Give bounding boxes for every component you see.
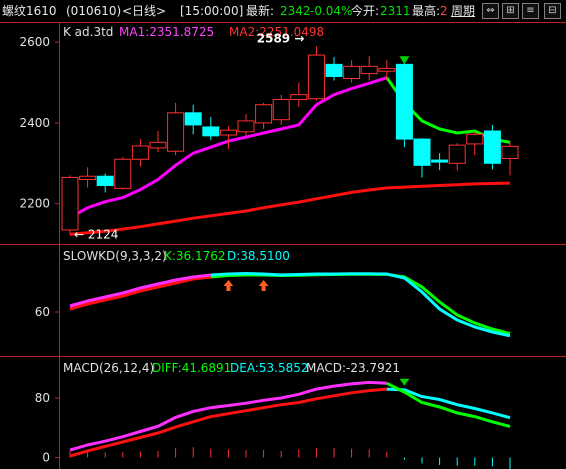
candle-body [96,175,114,187]
macd-y-ticks: 0 80 [35,391,60,465]
stock-chart[interactable]: K ad.3td MA1:2351.8725 MA2:2251.0498 220… [0,0,566,469]
high-annotation: 2589 → [257,32,305,46]
candle-body [114,158,132,189]
slowkd-series [69,271,511,338]
candle-body [184,112,202,126]
candles [61,46,519,235]
k-line-down [210,271,511,338]
kline-y-tick-label: 2400 [19,116,50,130]
candle-body [413,138,431,166]
candle-body [360,65,378,75]
low-annotation: ← 2124 [74,227,118,241]
slowkd-arrows [223,280,269,291]
candle-body [272,99,290,121]
d-legend: D:38.5100 [227,249,290,263]
macd-signal-icon [399,378,410,386]
candle-body [448,144,466,164]
diff-legend: DIFF:41.6891 [152,361,231,375]
candle-body [501,145,519,159]
candle-body [290,94,308,101]
candle-body [255,104,273,124]
slowkd-y-ticks: 60 [35,305,60,319]
k-legend: K:36.1762 [164,249,226,263]
kline-y-tick-label: 2200 [19,197,50,211]
candle-body [307,54,325,100]
candle-body [395,63,413,140]
candle-body [378,67,396,72]
candle-body [131,145,149,160]
diff-line-up [69,380,387,452]
kline-title: K ad.3td [63,25,113,39]
candle-body [167,112,185,152]
candle-body [237,120,255,133]
slowkd-title: SLOWKD(9,3,3,2) [63,249,167,263]
candle-body [431,159,449,163]
macd-legend: MACD:-23.7921 [306,361,400,375]
dea-legend: DEA:53.5852 [230,361,309,375]
up-arrow-icon [223,280,234,291]
macd-title: MACD(26,12,4) [63,361,154,375]
d-line-up [69,275,211,311]
candle-body [79,175,97,180]
macd-series [69,378,511,458]
dea-line-up [69,387,387,458]
slowkd-y-tick-label: 60 [35,305,50,319]
candle-body [219,129,237,136]
candle-body [61,176,79,231]
kline-annotations: 2589 → ← 2124 [74,32,410,241]
candle-body [343,65,361,79]
candle-body [149,141,167,149]
macd-y-tick-label: 0 [42,451,50,465]
kline-y-tick-label: 2600 [19,35,50,49]
kline-y-ticks: 2200 2400 2600 [19,35,60,211]
candle-body [202,126,220,137]
sell-signal-icon [399,56,410,65]
candle-body [325,63,343,77]
macd-y-tick-label: 80 [35,391,50,405]
ma1-legend: MA1:2351.8725 [119,25,214,39]
macd-bars [69,447,511,469]
up-arrow-icon [258,280,269,291]
candle-body [483,130,501,164]
candle-body [466,133,484,145]
